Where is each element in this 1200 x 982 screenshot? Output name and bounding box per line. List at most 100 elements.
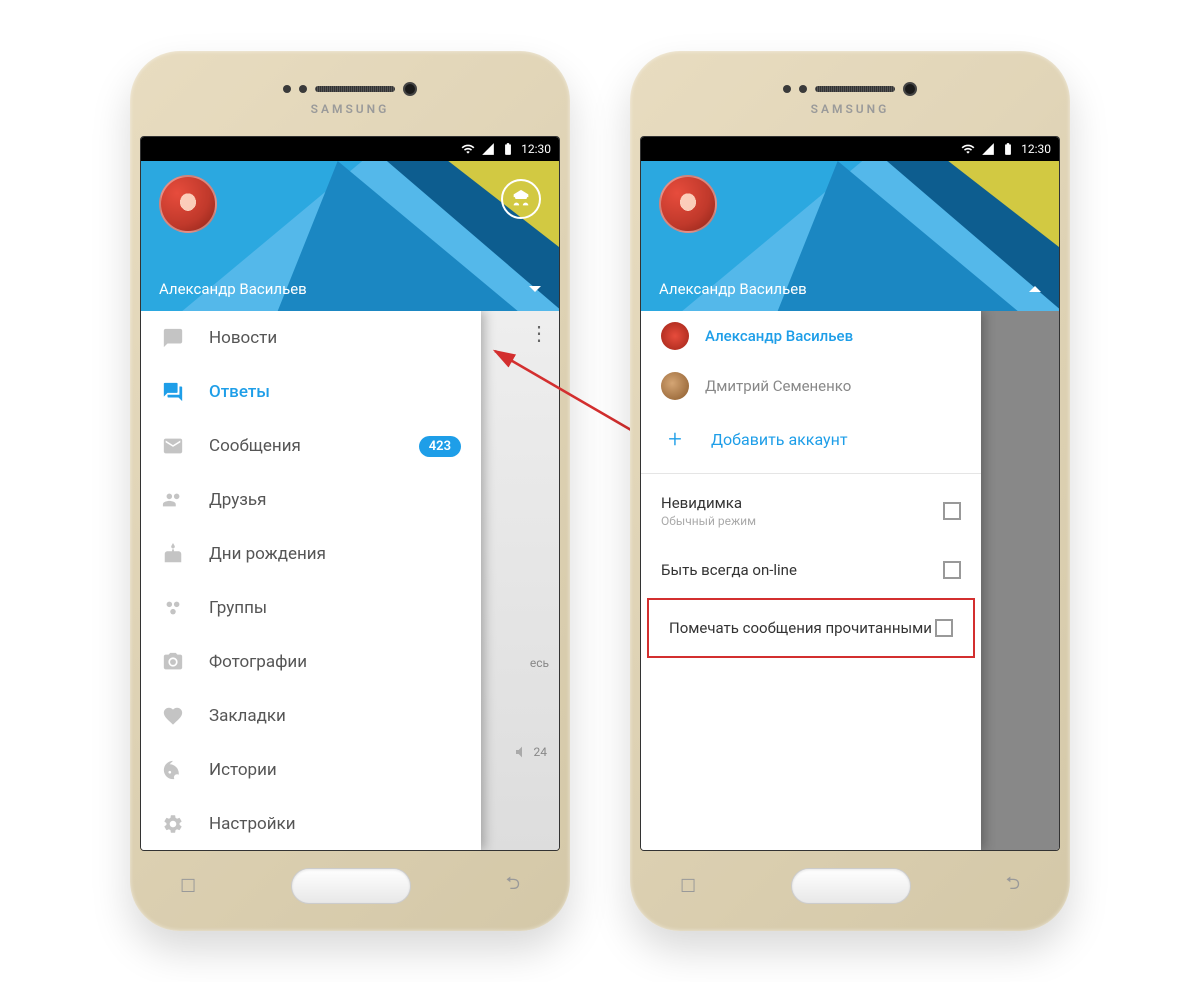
account-dropdown[interactable]: Александр Васильев [141, 267, 559, 311]
drawer-header: Александр Васильев [141, 161, 559, 311]
nav-label: Ответы [209, 382, 461, 402]
nav-item-birthdays[interactable]: Дни рождения [141, 527, 481, 581]
background-content: ⋮ есь 24 [481, 311, 559, 850]
signal-icon [981, 142, 995, 156]
account-avatar [661, 372, 689, 400]
nav-item-stories[interactable]: Истории [141, 743, 481, 797]
battery-icon [501, 142, 515, 156]
add-account-button[interactable]: + Добавить аккаунт [641, 411, 981, 467]
front-camera [403, 82, 417, 96]
battery-icon [1001, 142, 1015, 156]
screen: 12:30 Александр Васильев ⋮ есь [140, 136, 560, 851]
nav-item-photos[interactable]: Фотографии [141, 635, 481, 689]
phone-bottom-bezel: ☐ ⮌ [640, 851, 1060, 921]
back-icon[interactable]: ⮌ [1006, 871, 1020, 901]
account-name: Дмитрий Семененко [705, 377, 851, 395]
phone-right: SAMSUNG 12:30 Александр Васильев [630, 51, 1070, 931]
accounts-drawer: Александр Васильев Дмитрий Семененко + Д… [641, 311, 981, 850]
nav-label: Новости [209, 328, 461, 348]
incognito-button[interactable] [501, 179, 541, 219]
friends-icon [161, 488, 185, 512]
divider [641, 473, 981, 474]
home-button[interactable] [291, 868, 411, 904]
wifi-icon [961, 142, 975, 156]
back-icon[interactable]: ⮌ [506, 871, 520, 901]
sensor-dot [783, 85, 791, 93]
wifi-icon [461, 142, 475, 156]
account-secondary[interactable]: Дмитрий Семененко [641, 361, 981, 411]
add-account-label: Добавить аккаунт [711, 430, 848, 449]
screen: 12:30 Александр Васильев Александр Васи [640, 136, 1060, 851]
behind-count: 24 [534, 745, 548, 759]
nav-drawer: Новости Ответы Сообщения 423 Друзья [141, 311, 481, 850]
photos-icon [161, 650, 185, 674]
nav-item-groups[interactable]: Группы [141, 581, 481, 635]
status-bar: 12:30 [641, 137, 1059, 161]
earpiece-speaker [315, 86, 395, 92]
nav-label: Группы [209, 598, 461, 618]
checkbox[interactable] [943, 502, 961, 520]
birthday-icon [161, 542, 185, 566]
chevron-up-icon [1029, 286, 1041, 292]
drawer-header: Александр Васильев [641, 161, 1059, 311]
user-avatar[interactable] [659, 175, 717, 233]
annotation-highlight: Помечать сообщения прочитанными [647, 598, 975, 658]
chevron-down-icon [529, 286, 541, 292]
account-name: Александр Васильев [705, 327, 853, 345]
nav-label: Закладки [209, 706, 461, 726]
setting-title: Быть всегда on-line [661, 561, 797, 579]
setting-invisible[interactable]: Невидимка Обычный режим [641, 480, 981, 542]
user-avatar[interactable] [159, 175, 217, 233]
sensor-dot [283, 85, 291, 93]
nav-item-news[interactable]: Новости [141, 311, 481, 365]
setting-title: Невидимка [661, 494, 756, 512]
brand-label: SAMSUNG [311, 102, 390, 116]
user-name: Александр Васильев [659, 280, 807, 298]
setting-mark-read[interactable]: Помечать сообщения прочитанными [649, 600, 973, 656]
recent-apps-icon[interactable]: ☐ [180, 876, 196, 897]
plus-icon: + [663, 425, 687, 453]
nav-item-settings[interactable]: Настройки [141, 797, 481, 850]
recent-apps-icon[interactable]: ☐ [680, 876, 696, 897]
checkbox[interactable] [935, 619, 953, 637]
sensor-dot [299, 85, 307, 93]
phone-top-bezel: SAMSUNG [640, 61, 1060, 136]
more-icon[interactable]: ⋮ [529, 321, 549, 345]
setting-always-online[interactable]: Быть всегда on-line [641, 542, 981, 598]
status-time: 12:30 [1021, 142, 1051, 156]
nav-label: Дни рождения [209, 544, 461, 564]
account-avatar [661, 322, 689, 350]
nav-item-messages[interactable]: Сообщения 423 [141, 419, 481, 473]
groups-icon [161, 596, 185, 620]
nav-label: Истории [209, 760, 461, 780]
status-bar: 12:30 [141, 137, 559, 161]
home-button[interactable] [791, 868, 911, 904]
news-icon [161, 326, 185, 350]
nav-label: Настройки [209, 814, 461, 834]
checkbox[interactable] [943, 561, 961, 579]
nav-item-replies[interactable]: Ответы [141, 365, 481, 419]
stories-icon [161, 758, 185, 782]
nav-label: Сообщения [209, 436, 395, 456]
nav-item-bookmarks[interactable]: Закладки [141, 689, 481, 743]
background-content [981, 311, 1059, 850]
account-dropdown[interactable]: Александр Васильев [641, 267, 1059, 311]
settings-icon [161, 812, 185, 836]
brand-label: SAMSUNG [811, 102, 890, 116]
earpiece-speaker [815, 86, 895, 92]
nav-item-friends[interactable]: Друзья [141, 473, 481, 527]
user-name: Александр Васильев [159, 280, 307, 298]
status-time: 12:30 [521, 142, 551, 156]
nav-label: Друзья [209, 490, 461, 510]
phone-top-bezel: SAMSUNG [140, 61, 560, 136]
bookmarks-icon [161, 704, 185, 728]
account-primary[interactable]: Александр Васильев [641, 311, 981, 361]
replies-icon [161, 380, 185, 404]
phone-bottom-bezel: ☐ ⮌ [140, 851, 560, 921]
nav-label: Фотографии [209, 652, 461, 672]
signal-icon [481, 142, 495, 156]
messages-badge: 423 [419, 436, 461, 457]
sensor-dot [799, 85, 807, 93]
phone-left: SAMSUNG 12:30 Александр Васильев [130, 51, 570, 931]
messages-icon [161, 434, 185, 458]
